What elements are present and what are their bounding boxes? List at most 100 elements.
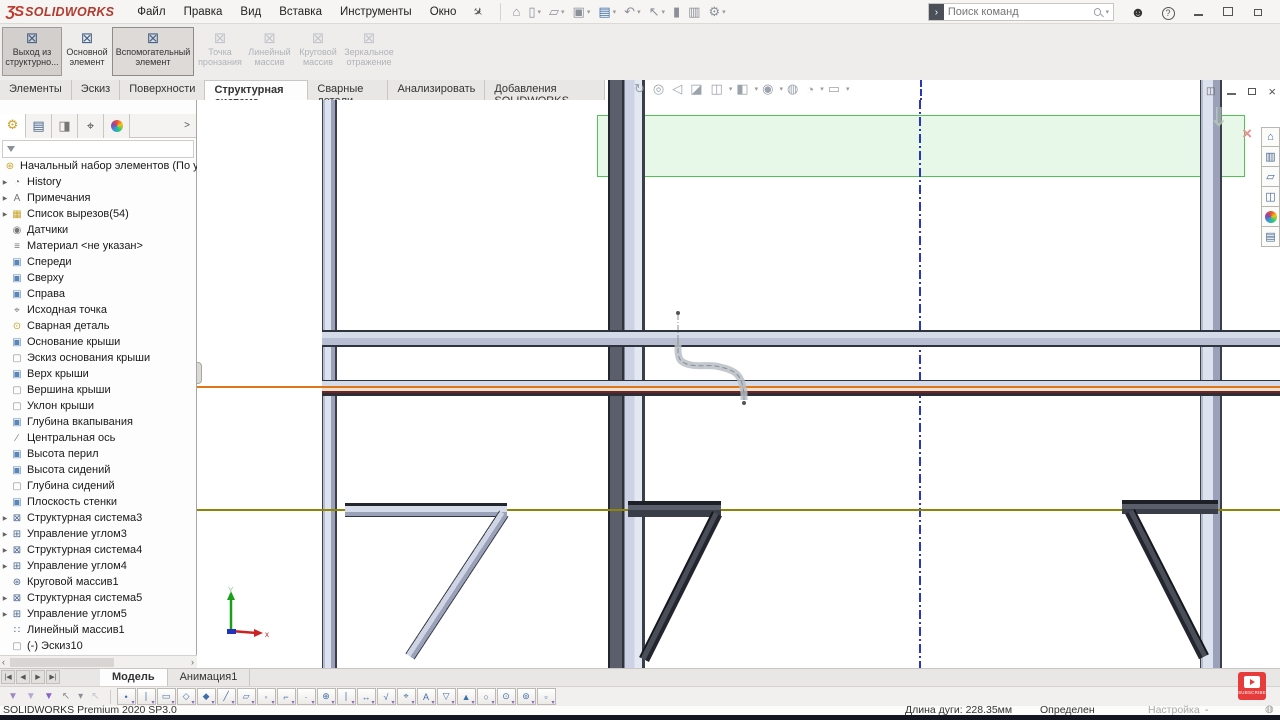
menu-item-3[interactable]: Вставка [270, 2, 331, 22]
doc-split-icon[interactable]: ◫ [1206, 86, 1215, 97]
filter-notes[interactable]: A [417, 688, 436, 705]
menu-item-1[interactable]: Правка [175, 2, 232, 22]
filter-vertices[interactable]: • [117, 688, 136, 705]
model-tab-0[interactable]: Модель [100, 669, 168, 686]
command-search[interactable]: › ▾ [928, 3, 1114, 21]
filter-sketch-segments[interactable]: ⌐ [277, 688, 296, 705]
filter-edges[interactable]: ∣ [137, 688, 156, 705]
file-explorer-icon[interactable]: ▱ [1261, 167, 1280, 187]
tree-item-2[interactable]: ▶▦Список вырезов(54) [0, 206, 197, 222]
tree-item-5[interactable]: ▣Спереди [0, 254, 197, 270]
menu-item-0[interactable]: Файл [128, 2, 174, 22]
undo-icon[interactable]: ↶▾ [620, 3, 644, 20]
doc-restore-button[interactable] [1248, 82, 1256, 100]
menu-item-2[interactable]: Вид [231, 2, 270, 22]
dropdown-icon[interactable]: ▾ [613, 8, 617, 16]
expander-icon[interactable]: ▶ [0, 563, 10, 570]
home-icon[interactable]: ⌂ [509, 3, 525, 20]
propertymanager-tab[interactable]: ▤ [26, 114, 52, 138]
tree-item-19[interactable]: ▢Глубина сидений [0, 478, 197, 494]
search-icon[interactable] [1094, 8, 1102, 16]
filter-planes[interactable]: ▱ [237, 688, 256, 705]
pin-icon[interactable]: ✈ [464, 0, 493, 25]
expander-icon[interactable]: ▶ [0, 515, 10, 522]
dropdown-icon[interactable]: ▾ [846, 85, 850, 93]
login-user-icon[interactable]: ☻ [1125, 4, 1151, 20]
tree-item-27[interactable]: ▶⊞Управление углом5 [0, 606, 197, 622]
maximize-button[interactable] [1215, 5, 1241, 19]
ribbon-button-2[interactable]: ⊠Вспомогательныйэлемент [112, 27, 194, 76]
previous-view-icon[interactable]: ◁ [668, 81, 686, 97]
configurationmanager-tab[interactable]: ◨ [52, 114, 78, 138]
hide-show-items-icon[interactable]: ◉ [758, 81, 777, 97]
sketch-spline-tube[interactable] [637, 290, 777, 420]
tab-nav-1[interactable]: ◀ [16, 670, 30, 684]
filter-solid-bodies[interactable]: ◆ [197, 688, 216, 705]
design-library-icon[interactable]: ▥ [1261, 147, 1280, 167]
expander-icon[interactable]: ▶ [0, 531, 10, 538]
view-settings-icon[interactable]: ▭ [824, 81, 844, 97]
horizontal-beam[interactable] [322, 330, 1280, 347]
ribbon-button-1[interactable]: ⊠Основнойэлемент [64, 27, 110, 76]
filter-midpoints[interactable]: · [297, 688, 316, 705]
dropdown-icon[interactable]: ▾ [587, 8, 591, 16]
subscribe-overlay[interactable]: SUBSCRIBE [1238, 672, 1266, 700]
filter-balloons[interactable]: ○ [477, 688, 496, 705]
tree-item-13[interactable]: ▢Вершина крыши [0, 382, 197, 398]
tab-nav-2[interactable]: ▶ [31, 670, 45, 684]
tree-item-26[interactable]: ▶⊠Структурная система5 [0, 590, 197, 606]
options-gear-icon[interactable]: ⚙▾ [704, 3, 729, 20]
dropdown-icon[interactable]: ▾ [662, 8, 666, 16]
save-icon[interactable]: ▣▾ [569, 3, 595, 20]
select-icon[interactable]: ↖▾ [645, 3, 669, 20]
zoom-fit-icon[interactable]: ↻ [630, 81, 649, 97]
tab-nav-3[interactable]: ▶| [46, 670, 60, 684]
tree-item-21[interactable]: ▶⊠Структурная система3 [0, 510, 197, 526]
tree-item-11[interactable]: ▢Эскиз основания крыши [0, 350, 197, 366]
dropdown-icon[interactable]: ▾ [538, 8, 542, 16]
print-icon[interactable]: ▤▾ [594, 3, 620, 20]
tree-item-3[interactable]: ◉Датчики [0, 222, 197, 238]
dropdown-icon[interactable]: ▾ [637, 8, 641, 16]
tree-item-4[interactable]: ≡Материал <не указан> [0, 238, 197, 254]
minimize-button[interactable] [1185, 5, 1211, 19]
tree-item-10[interactable]: ▣Основание крыши [0, 334, 197, 350]
view-palette-icon[interactable]: ◫ [1261, 187, 1280, 207]
search-input[interactable] [944, 6, 1094, 18]
open-icon[interactable]: ▱▾ [545, 3, 569, 20]
tag-icon[interactable]: ◍ [1265, 704, 1274, 715]
bench-seat-beam[interactable] [345, 503, 507, 517]
expander-icon[interactable]: ▶ [0, 595, 10, 602]
panel-splitter-handle[interactable] [197, 362, 202, 384]
ribbon-button-0[interactable]: ⊠Выход изструктурно... [2, 27, 62, 76]
select-dropdown-icon[interactable]: ▾ [74, 691, 87, 702]
tree-root[interactable]: ⊛ Начальный набор элементов (По умо [0, 158, 197, 174]
cancel-sketch-icon[interactable]: × [1242, 124, 1252, 144]
panel-tabs-expand-icon[interactable]: > [184, 120, 196, 131]
displaymanager-tab[interactable] [104, 114, 130, 138]
tree-item-24[interactable]: ▶⊞Управление углом4 [0, 558, 197, 574]
exit-sketch-arrow-icon[interactable]: ⇓ [1208, 102, 1230, 132]
tree-item-12[interactable]: ▣Верх крыши [0, 366, 197, 382]
tree-item-17[interactable]: ▣Высота перил [0, 446, 197, 462]
tree-item-1[interactable]: ▶AПримечания [0, 190, 197, 206]
tree-item-23[interactable]: ▶⊠Структурная система4 [0, 542, 197, 558]
expander-icon[interactable]: ▶ [0, 211, 10, 218]
expander-icon[interactable]: ▶ [0, 195, 10, 202]
panel-horizontal-scrollbar[interactable]: ‹ › [0, 655, 197, 668]
tab-3[interactable]: Структурная система [205, 80, 308, 100]
filter-weld-symbols[interactable]: ▲ [457, 688, 476, 705]
custom-properties-icon[interactable]: ▤ [1261, 227, 1280, 247]
tab-1[interactable]: Эскиз [72, 80, 120, 100]
tab-4[interactable]: Сварные детали [308, 80, 388, 100]
doc-close-button[interactable]: × [1268, 84, 1276, 99]
deselect-cursor-icon[interactable]: ↖ [87, 691, 103, 702]
tree-item-8[interactable]: ⌖Исходная точка [0, 302, 197, 318]
horizontal-beam[interactable] [322, 380, 1280, 396]
menu-item-4[interactable]: Инструменты [331, 2, 421, 22]
expander-icon[interactable]: ▶ [0, 611, 10, 618]
tab-6[interactable]: Добавления SOLIDWORKS [485, 80, 605, 100]
zoom-area-icon[interactable]: ◎ [649, 81, 668, 97]
search-dropdown-icon[interactable]: ▾ [1105, 8, 1109, 16]
tree-item-29[interactable]: ▢(-) Эскиз10 [0, 638, 197, 654]
